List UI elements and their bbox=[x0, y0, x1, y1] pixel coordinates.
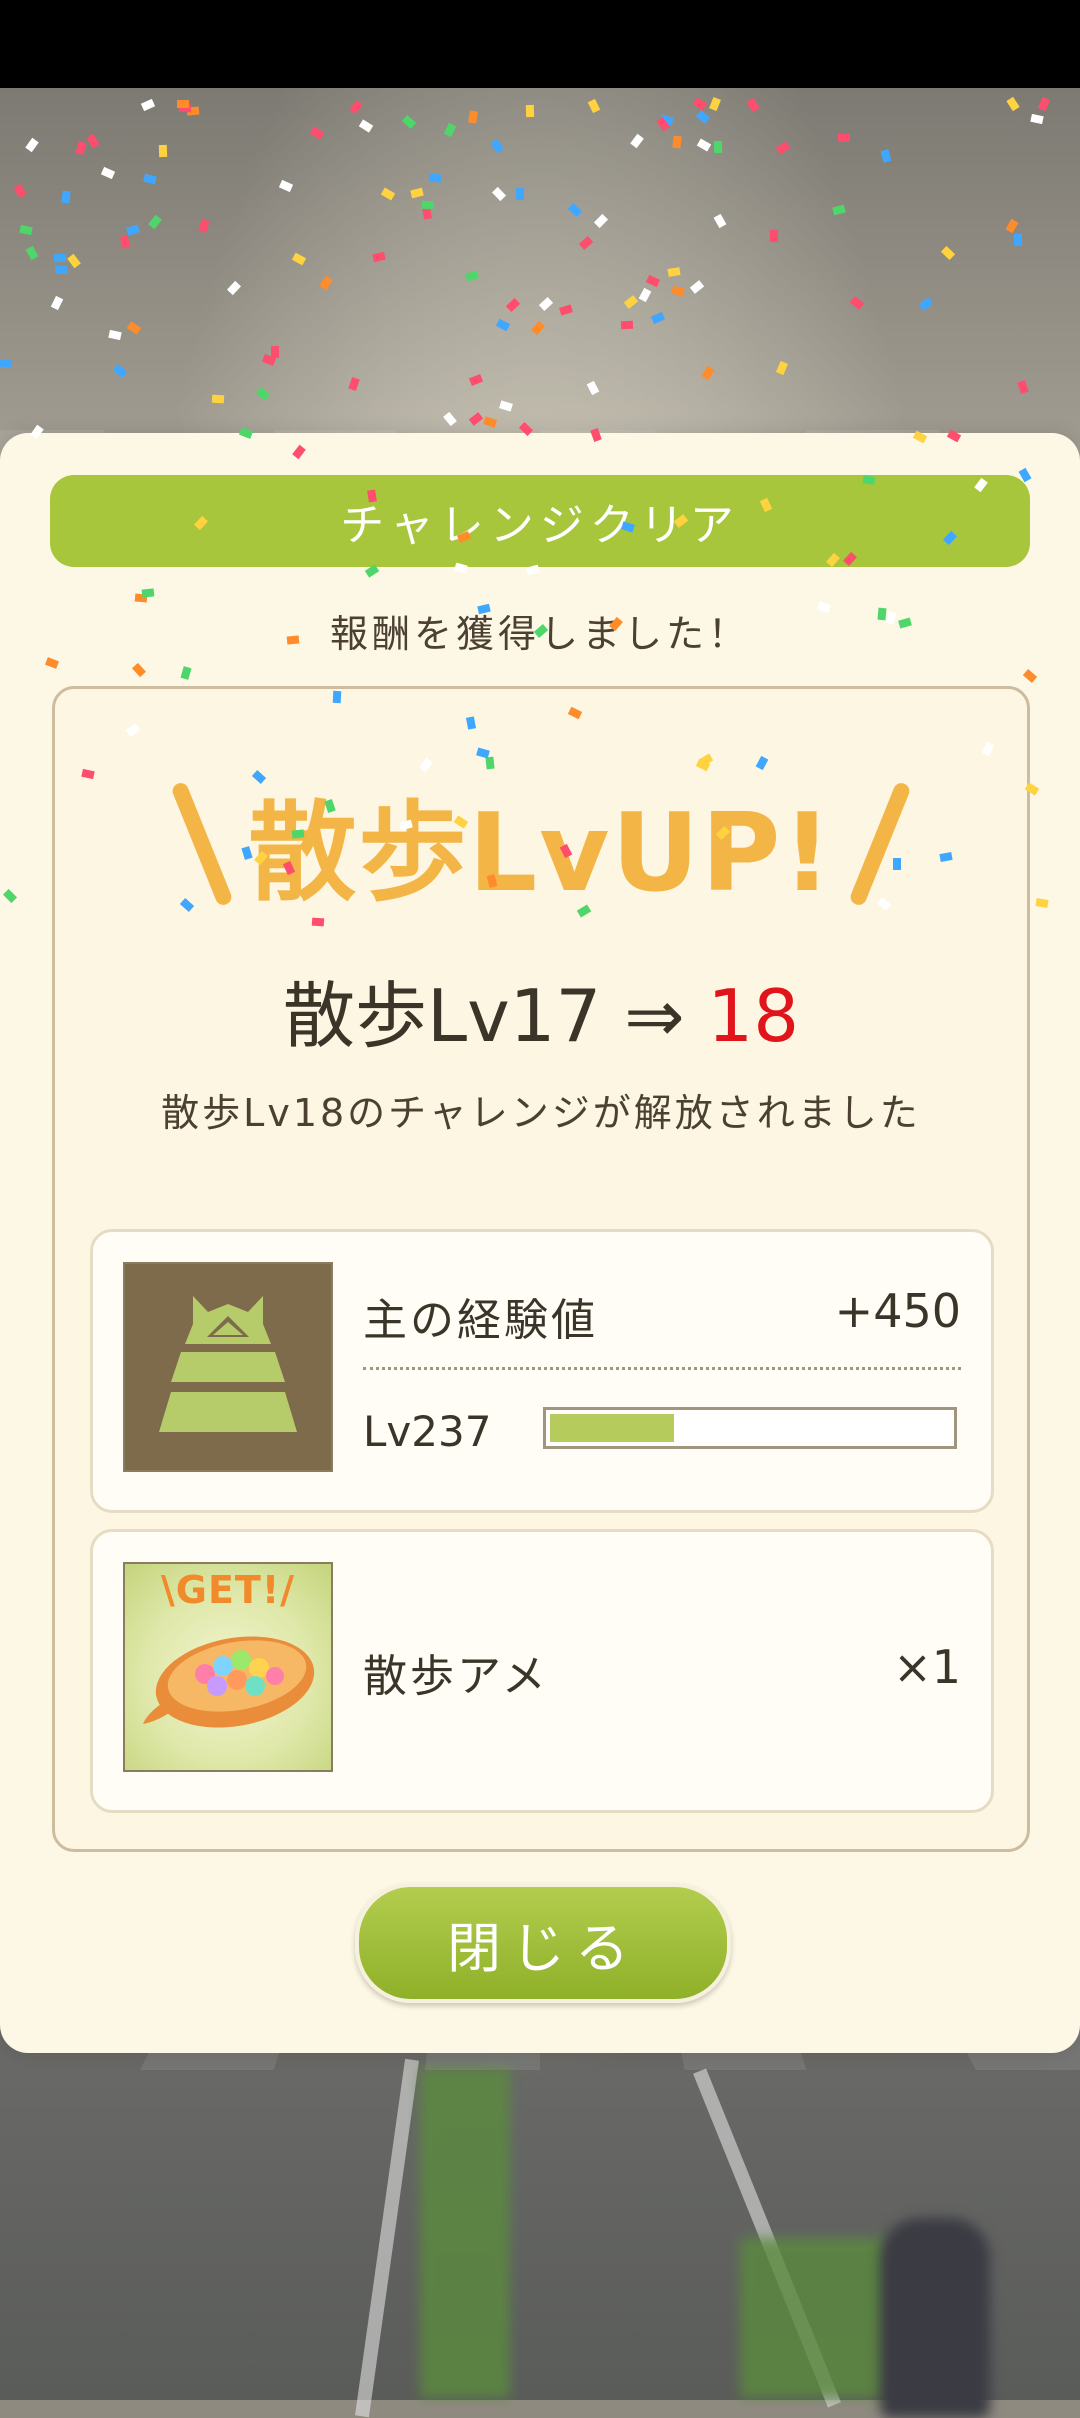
exp-progress-fill bbox=[550, 1414, 674, 1442]
reward-panel: 散歩LvUP! 散歩Lv17 ⇒ 18 散歩Lv18のチャレンジが解放されました… bbox=[52, 686, 1030, 1852]
walk-candy-icon: \GET!/ bbox=[123, 1562, 333, 1772]
new-level: 18 bbox=[707, 974, 800, 1058]
status-bar bbox=[0, 0, 1080, 88]
reward-dialog: チャレンジクリア 報酬を獲得しました！ 散歩LvUP! 散歩Lv17 ⇒ 18 … bbox=[0, 433, 1080, 2053]
unlock-message: 散歩Lv18のチャレンジが解放されました bbox=[161, 1091, 921, 1135]
arrow-icon: ⇒ bbox=[624, 974, 685, 1058]
blurred-person bbox=[880, 2218, 990, 2418]
left-slash-decoration bbox=[170, 780, 235, 908]
exp-progress-bar bbox=[543, 1407, 957, 1449]
reward-message: 報酬を獲得しました！ bbox=[329, 612, 750, 656]
castle-icon bbox=[123, 1262, 333, 1472]
right-slash-decoration bbox=[847, 780, 912, 908]
item-reward-card: \GET!/ 散歩アメ ×1 bbox=[90, 1529, 994, 1813]
dialog-header-banner: チャレンジクリア bbox=[50, 475, 1030, 567]
level-change: 散歩Lv17 ⇒ 18 bbox=[55, 957, 1027, 1062]
item-name: 散歩アメ bbox=[363, 1651, 549, 1702]
levelup-text: 散歩LvUP! bbox=[248, 791, 834, 916]
old-level: 散歩Lv17 bbox=[282, 974, 602, 1058]
dotted-divider bbox=[363, 1367, 961, 1370]
exp-title: 主の経験値 bbox=[363, 1295, 598, 1346]
exp-reward-card: 主の経験値 +450 Lv237 bbox=[90, 1229, 994, 1513]
master-level-label: Lv237 bbox=[363, 1407, 492, 1456]
levelup-banner: 散歩LvUP! bbox=[55, 774, 1027, 916]
item-quantity: ×1 bbox=[893, 1640, 961, 1694]
exp-amount: +450 bbox=[834, 1284, 961, 1338]
close-button[interactable]: 閉じる bbox=[355, 1883, 731, 2003]
